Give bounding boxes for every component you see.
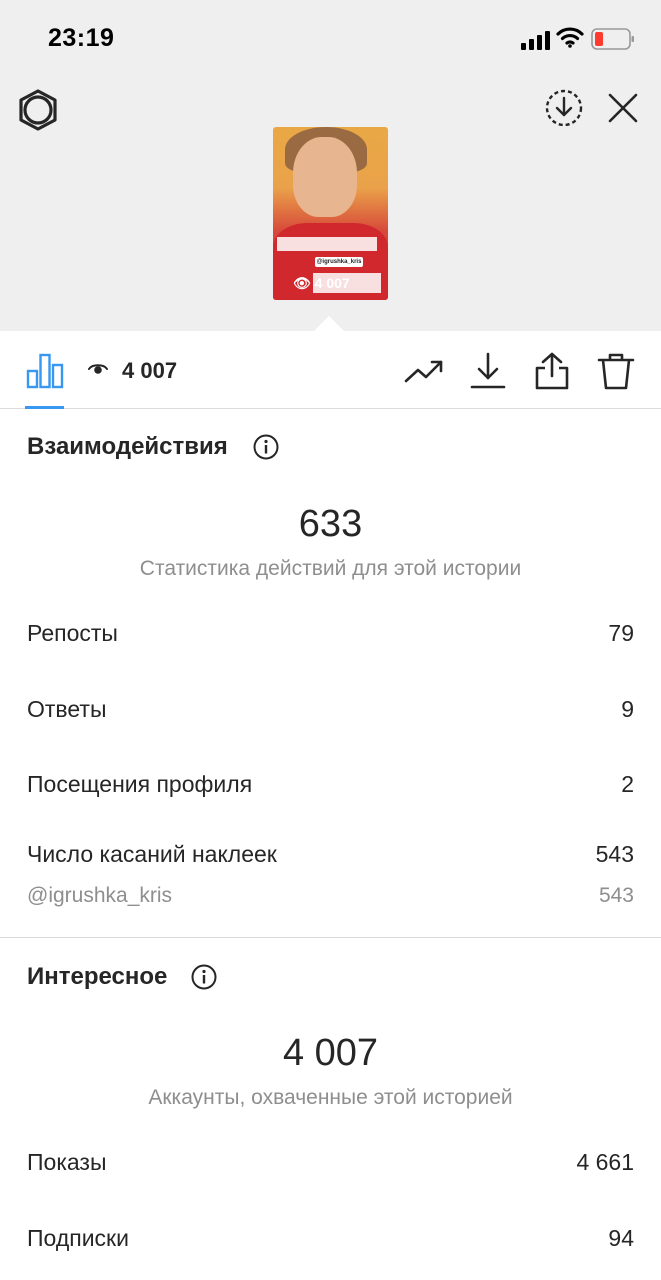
battery-icon [591, 28, 634, 50]
thumb-view-overlay: 👁 4 007 [293, 275, 350, 292]
close-icon[interactable] [603, 88, 643, 128]
row-label-reposts: Репосты [27, 620, 118, 646]
eye-icon [88, 364, 108, 374]
thumb-face [293, 137, 357, 217]
row-value-impressions: 4 661 [576, 1149, 634, 1175]
thumb-view-count: 4 007 [314, 275, 350, 291]
wifi-icon [556, 27, 584, 48]
story-thumbnail[interactable]: @igrushka_kris 👁 4 007 [273, 127, 388, 300]
settings-icon[interactable] [16, 88, 60, 132]
interactions-caption: Статистика действий для этой истории [139, 557, 522, 580]
row-value-reposts: 79 [608, 620, 634, 646]
row-label-replies: Ответы [27, 696, 107, 722]
row-value-sticker-taps: 543 [595, 841, 634, 867]
download-circle-icon[interactable] [544, 88, 584, 128]
trending-icon[interactable] [404, 351, 444, 391]
discovery-total: 4 007 [282, 1032, 379, 1074]
interactions-title: Взаимодействия [27, 433, 228, 460]
story-preview-area: 23:19 @igrushka_kris 👁 4 007 [0, 0, 661, 332]
bar-chart-icon[interactable] [25, 351, 65, 391]
story-tab-bar: 4 007 [0, 331, 661, 409]
thumb-tag: @igrushka_kris [315, 257, 363, 267]
views-count[interactable]: 4 007 [122, 358, 177, 384]
row-label-sticker-taps: Число касаний наклеек [27, 841, 277, 867]
discovery-caption: Аккаунты, охваченные этой историей [148, 1086, 513, 1109]
info-icon[interactable] [191, 964, 217, 990]
row-value-follows: 94 [608, 1225, 634, 1251]
download-icon[interactable] [468, 351, 508, 391]
row-label-impressions: Показы [27, 1149, 107, 1175]
row-value-profile-visits: 2 [621, 771, 634, 797]
sticker-username-value: 543 [598, 884, 634, 907]
thumb-eye-icon: 👁 [293, 275, 311, 291]
row-label-profile-visits: Посещения профиля [27, 771, 253, 797]
info-icon[interactable] [253, 434, 279, 460]
thumbnail-pointer [313, 316, 345, 332]
status-bar: 23:19 [0, 0, 661, 70]
active-tab-indicator [25, 406, 64, 409]
sticker-username-label[interactable]: @igrushka_kris [27, 884, 172, 908]
share-icon[interactable] [532, 351, 572, 391]
section-divider [0, 937, 661, 938]
row-value-replies: 9 [621, 696, 634, 722]
signal-icon [521, 31, 550, 50]
trash-icon[interactable] [596, 351, 636, 391]
status-time: 23:19 [48, 24, 115, 52]
thumb-caption [277, 237, 377, 251]
discovery-title: Интересное [27, 963, 168, 990]
row-label-follows: Подписки [27, 1225, 129, 1251]
interactions-total: 633 [298, 503, 363, 545]
